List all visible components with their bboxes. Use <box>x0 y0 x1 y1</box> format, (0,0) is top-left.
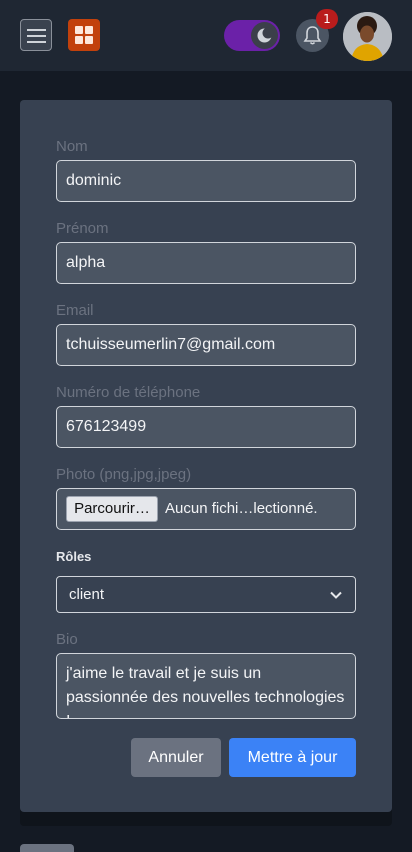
photo-label: Photo (png,jpg,jpeg) <box>56 466 192 483</box>
roles-selected-value: client <box>69 586 105 603</box>
profile-edit-card: Nom dominic Prénom alpha Email tchuisseu… <box>20 100 392 812</box>
prenom-label: Prénom <box>56 220 109 237</box>
email-label: Email <box>56 302 94 319</box>
chevron-down-icon <box>330 591 342 599</box>
cancel-button[interactable]: Annuler <box>131 738 221 777</box>
roles-label: Rôles <box>56 549 92 564</box>
menu-icon[interactable] <box>20 19 52 51</box>
telephone-label: Numéro de téléphone <box>56 384 201 401</box>
prenom-input[interactable]: alpha <box>56 242 356 284</box>
email-input[interactable]: tchuisseumerlin7@gmail.com <box>56 324 356 366</box>
telephone-input[interactable]: 676123499 <box>56 406 356 448</box>
theme-toggle[interactable] <box>224 20 280 51</box>
nom-input[interactable]: dominic <box>56 160 356 202</box>
bottom-element[interactable] <box>20 844 74 852</box>
nom-label: Nom <box>56 138 88 155</box>
bio-textarea[interactable]: j'aime le travail et je suis un passionn… <box>56 653 356 719</box>
top-navbar: 1 <box>0 0 412 71</box>
moon-icon <box>251 22 278 49</box>
update-button[interactable]: Mettre à jour <box>229 738 356 777</box>
user-avatar[interactable] <box>343 12 392 61</box>
browse-button[interactable]: Parcourir… <box>66 496 158 522</box>
notification-badge: 1 <box>316 9 338 29</box>
file-status-text: Aucun fichi…lectionné. <box>165 500 318 517</box>
app-logo-icon[interactable] <box>68 19 100 51</box>
photo-file-input[interactable]: Parcourir… Aucun fichi…lectionné. <box>56 488 356 530</box>
bio-label: Bio <box>56 631 78 648</box>
roles-select[interactable]: client <box>56 576 356 613</box>
